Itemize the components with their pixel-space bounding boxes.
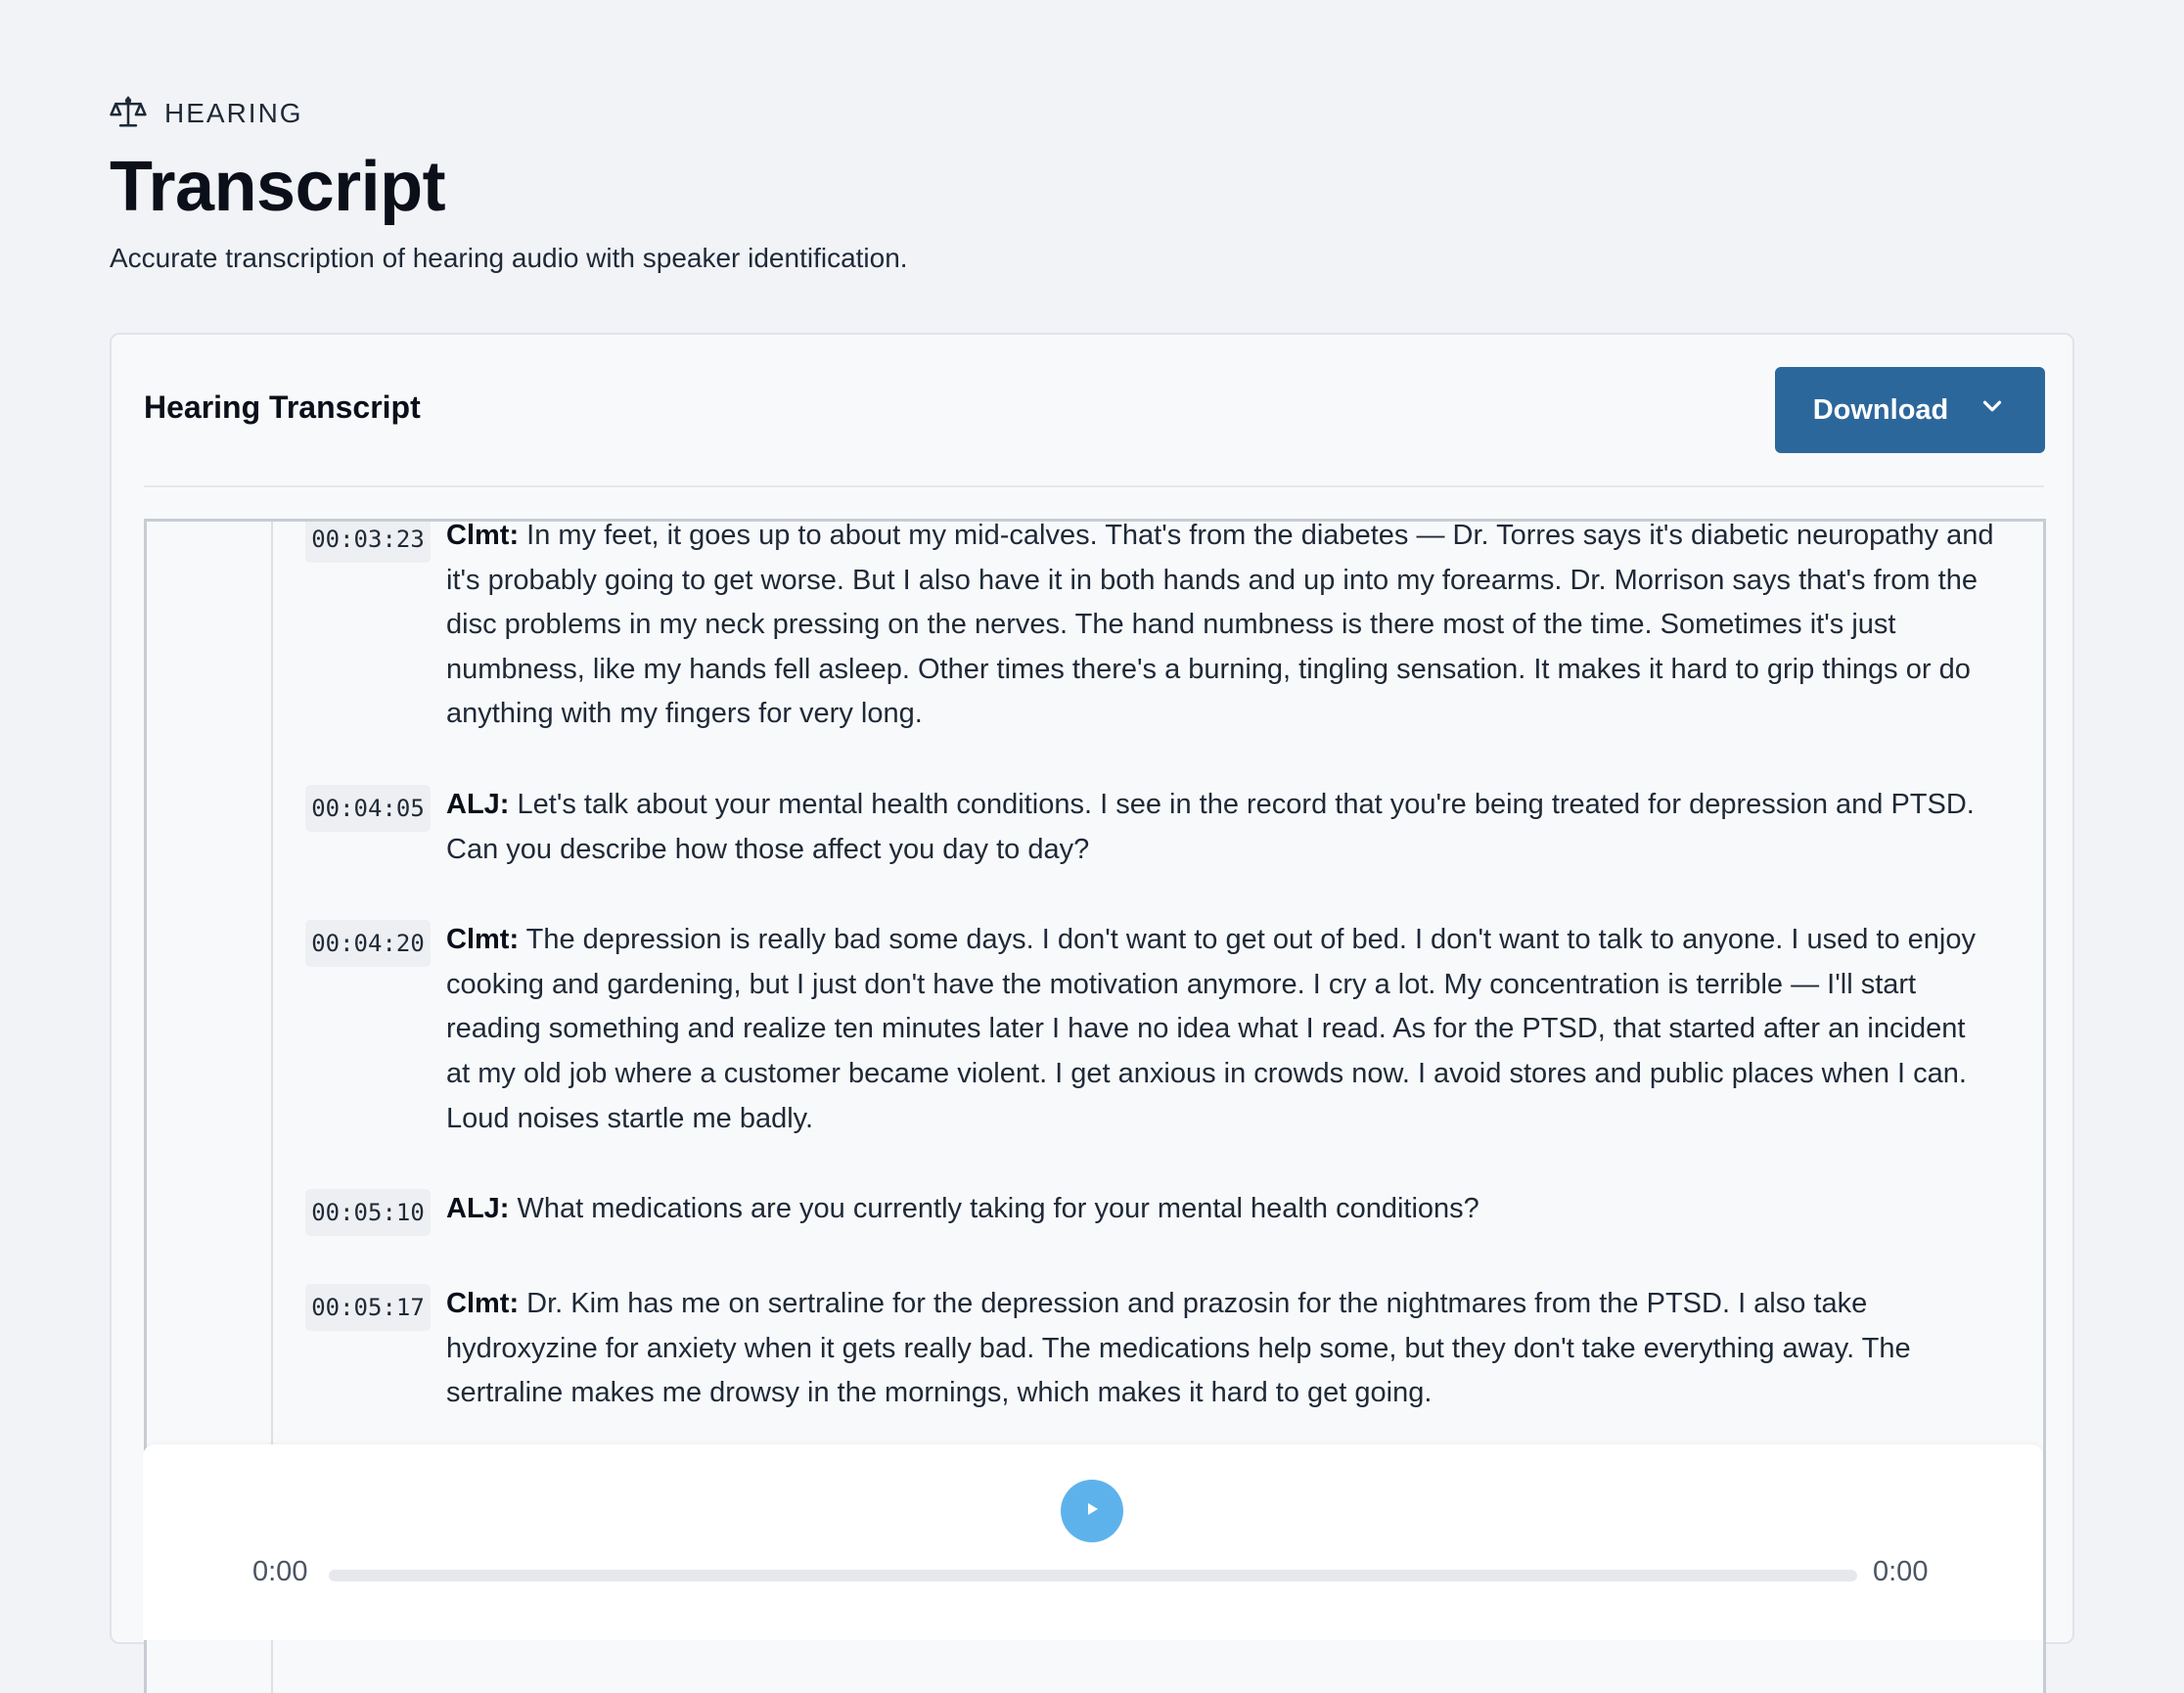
speaker-label: ALJ: [446, 1193, 510, 1225]
transcript-entry: 00:03:23 Clmt: In my feet, it goes up to… [305, 520, 1994, 737]
transcript-entry: 00:05:10 ALJ: What medications are you c… [305, 1187, 1994, 1237]
timestamp-badge[interactable]: 00:05:10 [305, 1189, 431, 1237]
entry-text: Clmt: In my feet, it goes up to about my… [446, 520, 1994, 737]
utterance: Let's talk about your mental health cond… [446, 788, 1975, 865]
entry-text: Clmt: The depression is really bad some … [446, 918, 1994, 1141]
timestamp-badge[interactable]: 00:04:20 [305, 920, 431, 968]
page-title: Transcript [110, 148, 446, 226]
timestamp-badge[interactable]: 00:04:05 [305, 784, 431, 832]
entry-text: Clmt: Dr. Kim has me on sertraline for t… [446, 1282, 1994, 1416]
speaker-label: Clmt: [446, 520, 520, 551]
utterance: The depression is really bad some days. … [446, 924, 1976, 1134]
utterance: Dr. Kim has me on sertraline for the dep… [446, 1288, 1911, 1409]
transcript-entry: 00:04:20 Clmt: The depression is really … [305, 918, 1994, 1141]
entry-text: ALJ: What medications are you currently … [446, 1187, 1479, 1232]
transcript-entries: 00:03:23 Clmt: In my feet, it goes up to… [305, 520, 1994, 1462]
total-time: 0:00 [1873, 1556, 1929, 1587]
utterance: What medications are you currently takin… [517, 1193, 1479, 1225]
scale-icon [110, 93, 147, 135]
timestamp-badge[interactable]: 00:03:23 [305, 522, 431, 563]
entry-text: ALJ: Let's talk about your mental health… [446, 783, 1994, 872]
eyebrow-label: HEARING [164, 98, 303, 128]
audio-player: 0:00 0:00 [143, 1444, 2043, 1640]
timestamp-badge[interactable]: 00:05:17 [305, 1284, 431, 1332]
download-button[interactable]: Download [1775, 367, 2045, 453]
chevron-down-icon [1978, 391, 2007, 429]
card-title: Hearing Transcript [144, 389, 421, 425]
progress-bar[interactable] [329, 1570, 1857, 1581]
card-divider [144, 485, 2044, 487]
utterance: In my feet, it goes up to about my mid-c… [446, 520, 1994, 730]
page-subtitle: Accurate transcription of hearing audio … [110, 243, 908, 273]
speaker-label: Clmt: [446, 1288, 520, 1320]
transcript-entry: 00:05:17 Clmt: Dr. Kim has me on sertral… [305, 1282, 1994, 1416]
play-icon [1082, 1499, 1102, 1524]
download-label: Download [1812, 393, 1949, 426]
current-time: 0:00 [252, 1556, 308, 1587]
speaker-label: ALJ: [446, 788, 510, 820]
play-button[interactable] [1061, 1480, 1123, 1542]
page-header: HEARING Transcript Accurate transcriptio… [110, 94, 908, 274]
transcript-entry: 00:04:05 ALJ: Let's talk about your ment… [305, 783, 1994, 872]
speaker-label: Clmt: [446, 924, 520, 956]
eyebrow: HEARING [110, 94, 908, 133]
